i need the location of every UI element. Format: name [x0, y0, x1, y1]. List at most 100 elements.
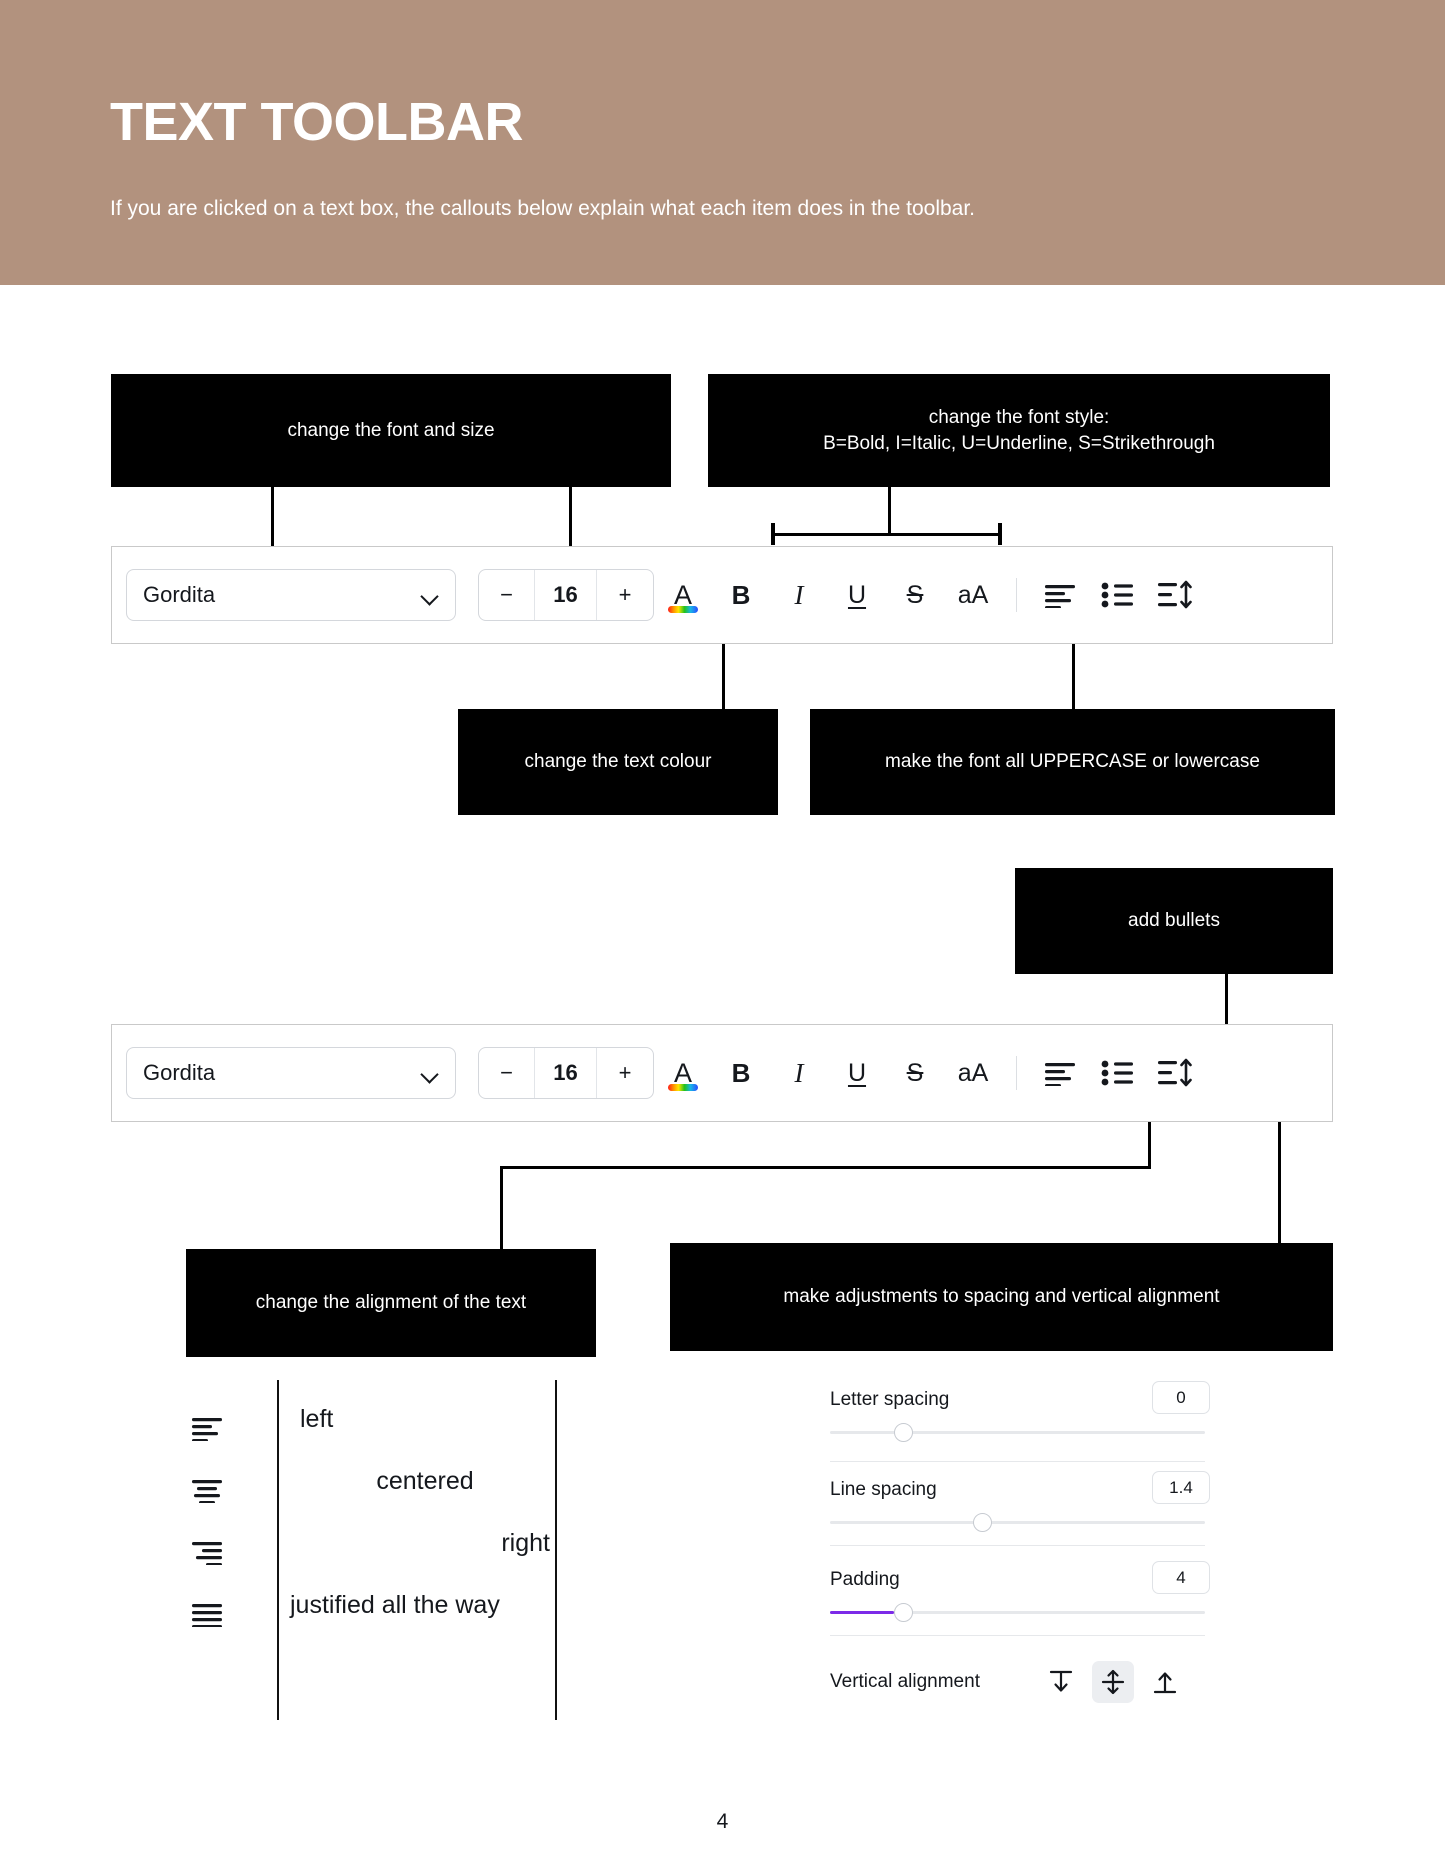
align-top-button[interactable]	[1040, 1661, 1082, 1703]
connector-align-horizontal	[500, 1166, 1151, 1169]
line-spacing-slider[interactable]	[830, 1513, 1205, 1532]
underline-button-2[interactable]: U	[828, 1047, 886, 1099]
text-toolbar-primary[interactable]: Gordita − 16 + A B I U S aA	[111, 546, 1333, 644]
connector-font-line-a	[271, 487, 274, 547]
line-spacing-knob[interactable]	[972, 1513, 992, 1532]
vertical-alignment-label: Vertical alignment	[830, 1671, 980, 1692]
panel-separator-3	[830, 1635, 1205, 1636]
align-center-icon-demo[interactable]	[185, 1470, 229, 1510]
page-subtitle: If you are clicked on a text box, the ca…	[110, 197, 976, 220]
rainbow-underline-icon-2	[668, 1084, 698, 1091]
line-spacing-icon	[1158, 1058, 1192, 1087]
connector-bullets-line	[1225, 974, 1228, 1026]
callout-alignment: change the alignment of the text	[186, 1249, 596, 1357]
toolbar-divider	[1016, 578, 1017, 612]
text-toolbar-secondary[interactable]: Gordita − 16 + A B I U S aA	[111, 1024, 1333, 1122]
connector-spacing-drop	[1278, 1122, 1281, 1249]
callout-spacing: make adjustments to spacing and vertical…	[670, 1243, 1333, 1351]
strikethrough-button-2[interactable]: S	[886, 1047, 944, 1099]
callout-font-style-line1: change the font style:	[928, 406, 1110, 428]
italic-button-2[interactable]: I	[770, 1047, 828, 1099]
alignment-text-right: right	[501, 1529, 550, 1557]
callout-add-bullets-label: add bullets	[1128, 910, 1220, 932]
font-family-value: Gordita	[143, 582, 216, 607]
line-spacing-value[interactable]: 1.4	[1152, 1471, 1210, 1504]
font-size-value-2[interactable]: 16	[535, 1048, 597, 1098]
callout-font-and-size-label: change the font and size	[287, 419, 495, 441]
letter-case-button[interactable]: aA	[944, 569, 1002, 621]
connector-uppercase-line	[1072, 644, 1075, 709]
chevron-down-icon	[422, 590, 439, 600]
align-justify-icon-demo[interactable]	[185, 1594, 229, 1634]
alignment-text-justify: justified all the way	[290, 1591, 500, 1619]
bold-button[interactable]: B	[712, 569, 770, 621]
letter-spacing-row: Letter spacing 0	[830, 1381, 1210, 1469]
line-spacing-button[interactable]	[1147, 569, 1205, 621]
align-middle-button[interactable]	[1092, 1661, 1134, 1703]
connector-style-bracket	[772, 533, 1002, 536]
letter-spacing-knob[interactable]	[893, 1423, 913, 1442]
padding-slider-fill	[830, 1611, 894, 1614]
letter-spacing-value[interactable]: 0	[1152, 1381, 1210, 1414]
padding-row: Padding 4	[830, 1561, 1210, 1649]
text-colour-button[interactable]: A	[654, 569, 712, 621]
connector-style-stem	[888, 487, 891, 535]
line-spacing-icon	[1158, 580, 1192, 609]
alignment-demo-rule-left	[277, 1380, 279, 1720]
callout-font-style: change the font style: B=Bold, I=Italic,…	[708, 374, 1330, 487]
alignment-text-center: centered	[376, 1467, 474, 1495]
letter-spacing-label: Letter spacing	[830, 1389, 950, 1410]
alignment-row-center	[185, 1470, 229, 1510]
font-size-value[interactable]: 16	[535, 570, 597, 620]
font-size-increase-button[interactable]: +	[597, 570, 653, 620]
letter-case-button-2[interactable]: aA	[944, 1047, 1002, 1099]
alignment-demo-rule-right	[555, 1380, 557, 1720]
underline-button[interactable]: U	[828, 569, 886, 621]
font-size-increase-button-2[interactable]: +	[597, 1048, 653, 1098]
padding-value[interactable]: 4	[1152, 1561, 1210, 1594]
font-size-stepper[interactable]: − 16 +	[478, 569, 654, 621]
align-bottom-icon	[1153, 1672, 1177, 1694]
letter-spacing-slider[interactable]	[830, 1423, 1205, 1442]
alignment-row-right	[185, 1532, 229, 1572]
alignment-row-justify	[185, 1594, 229, 1634]
align-left-icon	[1045, 1063, 1075, 1086]
align-bottom-button[interactable]	[1144, 1661, 1186, 1703]
connector-style-cap-left	[771, 523, 775, 545]
callout-font-and-size: change the font and size	[111, 374, 671, 487]
align-left-button[interactable]	[1031, 569, 1089, 621]
align-top-icon	[1049, 1670, 1073, 1692]
font-size-decrease-button[interactable]: −	[479, 570, 535, 620]
font-family-select[interactable]: Gordita	[126, 569, 456, 621]
align-middle-icon	[1101, 1669, 1125, 1695]
callout-spacing-label: make adjustments to spacing and vertical…	[783, 1286, 1220, 1308]
align-left-button-2[interactable]	[1031, 1047, 1089, 1099]
alignment-text-left: left	[300, 1405, 334, 1433]
padding-knob[interactable]	[893, 1603, 913, 1622]
callout-alignment-label: change the alignment of the text	[255, 1292, 527, 1314]
line-spacing-button-2[interactable]	[1147, 1047, 1205, 1099]
connector-align-drop	[1148, 1122, 1151, 1168]
bulleted-list-button[interactable]	[1089, 569, 1147, 621]
callout-text-colour: change the text colour	[458, 709, 778, 815]
callout-uppercase-label: make the font all UPPERCASE or lowercase	[885, 751, 1260, 773]
text-colour-button-2[interactable]: A	[654, 1047, 712, 1099]
font-size-decrease-button-2[interactable]: −	[479, 1048, 535, 1098]
callout-text-colour-label: change the text colour	[524, 751, 712, 773]
connector-align-down	[500, 1166, 503, 1249]
callout-font-style-line2: B=Bold, I=Italic, U=Underline, S=Striket…	[823, 432, 1215, 454]
bulleted-list-button-2[interactable]	[1089, 1047, 1147, 1099]
padding-label: Padding	[830, 1569, 900, 1590]
connector-style-cap-right	[998, 523, 1002, 545]
bold-button-2[interactable]: B	[712, 1047, 770, 1099]
italic-button[interactable]: I	[770, 569, 828, 621]
panel-separator-1	[830, 1461, 1205, 1462]
page-header: TEXT TOOLBAR If you are clicked on a tex…	[0, 0, 1445, 285]
line-spacing-label: Line spacing	[830, 1479, 937, 1500]
align-left-icon-demo[interactable]	[185, 1408, 229, 1448]
padding-slider[interactable]	[830, 1603, 1205, 1622]
font-size-stepper-2[interactable]: − 16 +	[478, 1047, 654, 1099]
align-right-icon-demo[interactable]	[185, 1532, 229, 1572]
strikethrough-button[interactable]: S	[886, 569, 944, 621]
font-family-select-2[interactable]: Gordita	[126, 1047, 456, 1099]
